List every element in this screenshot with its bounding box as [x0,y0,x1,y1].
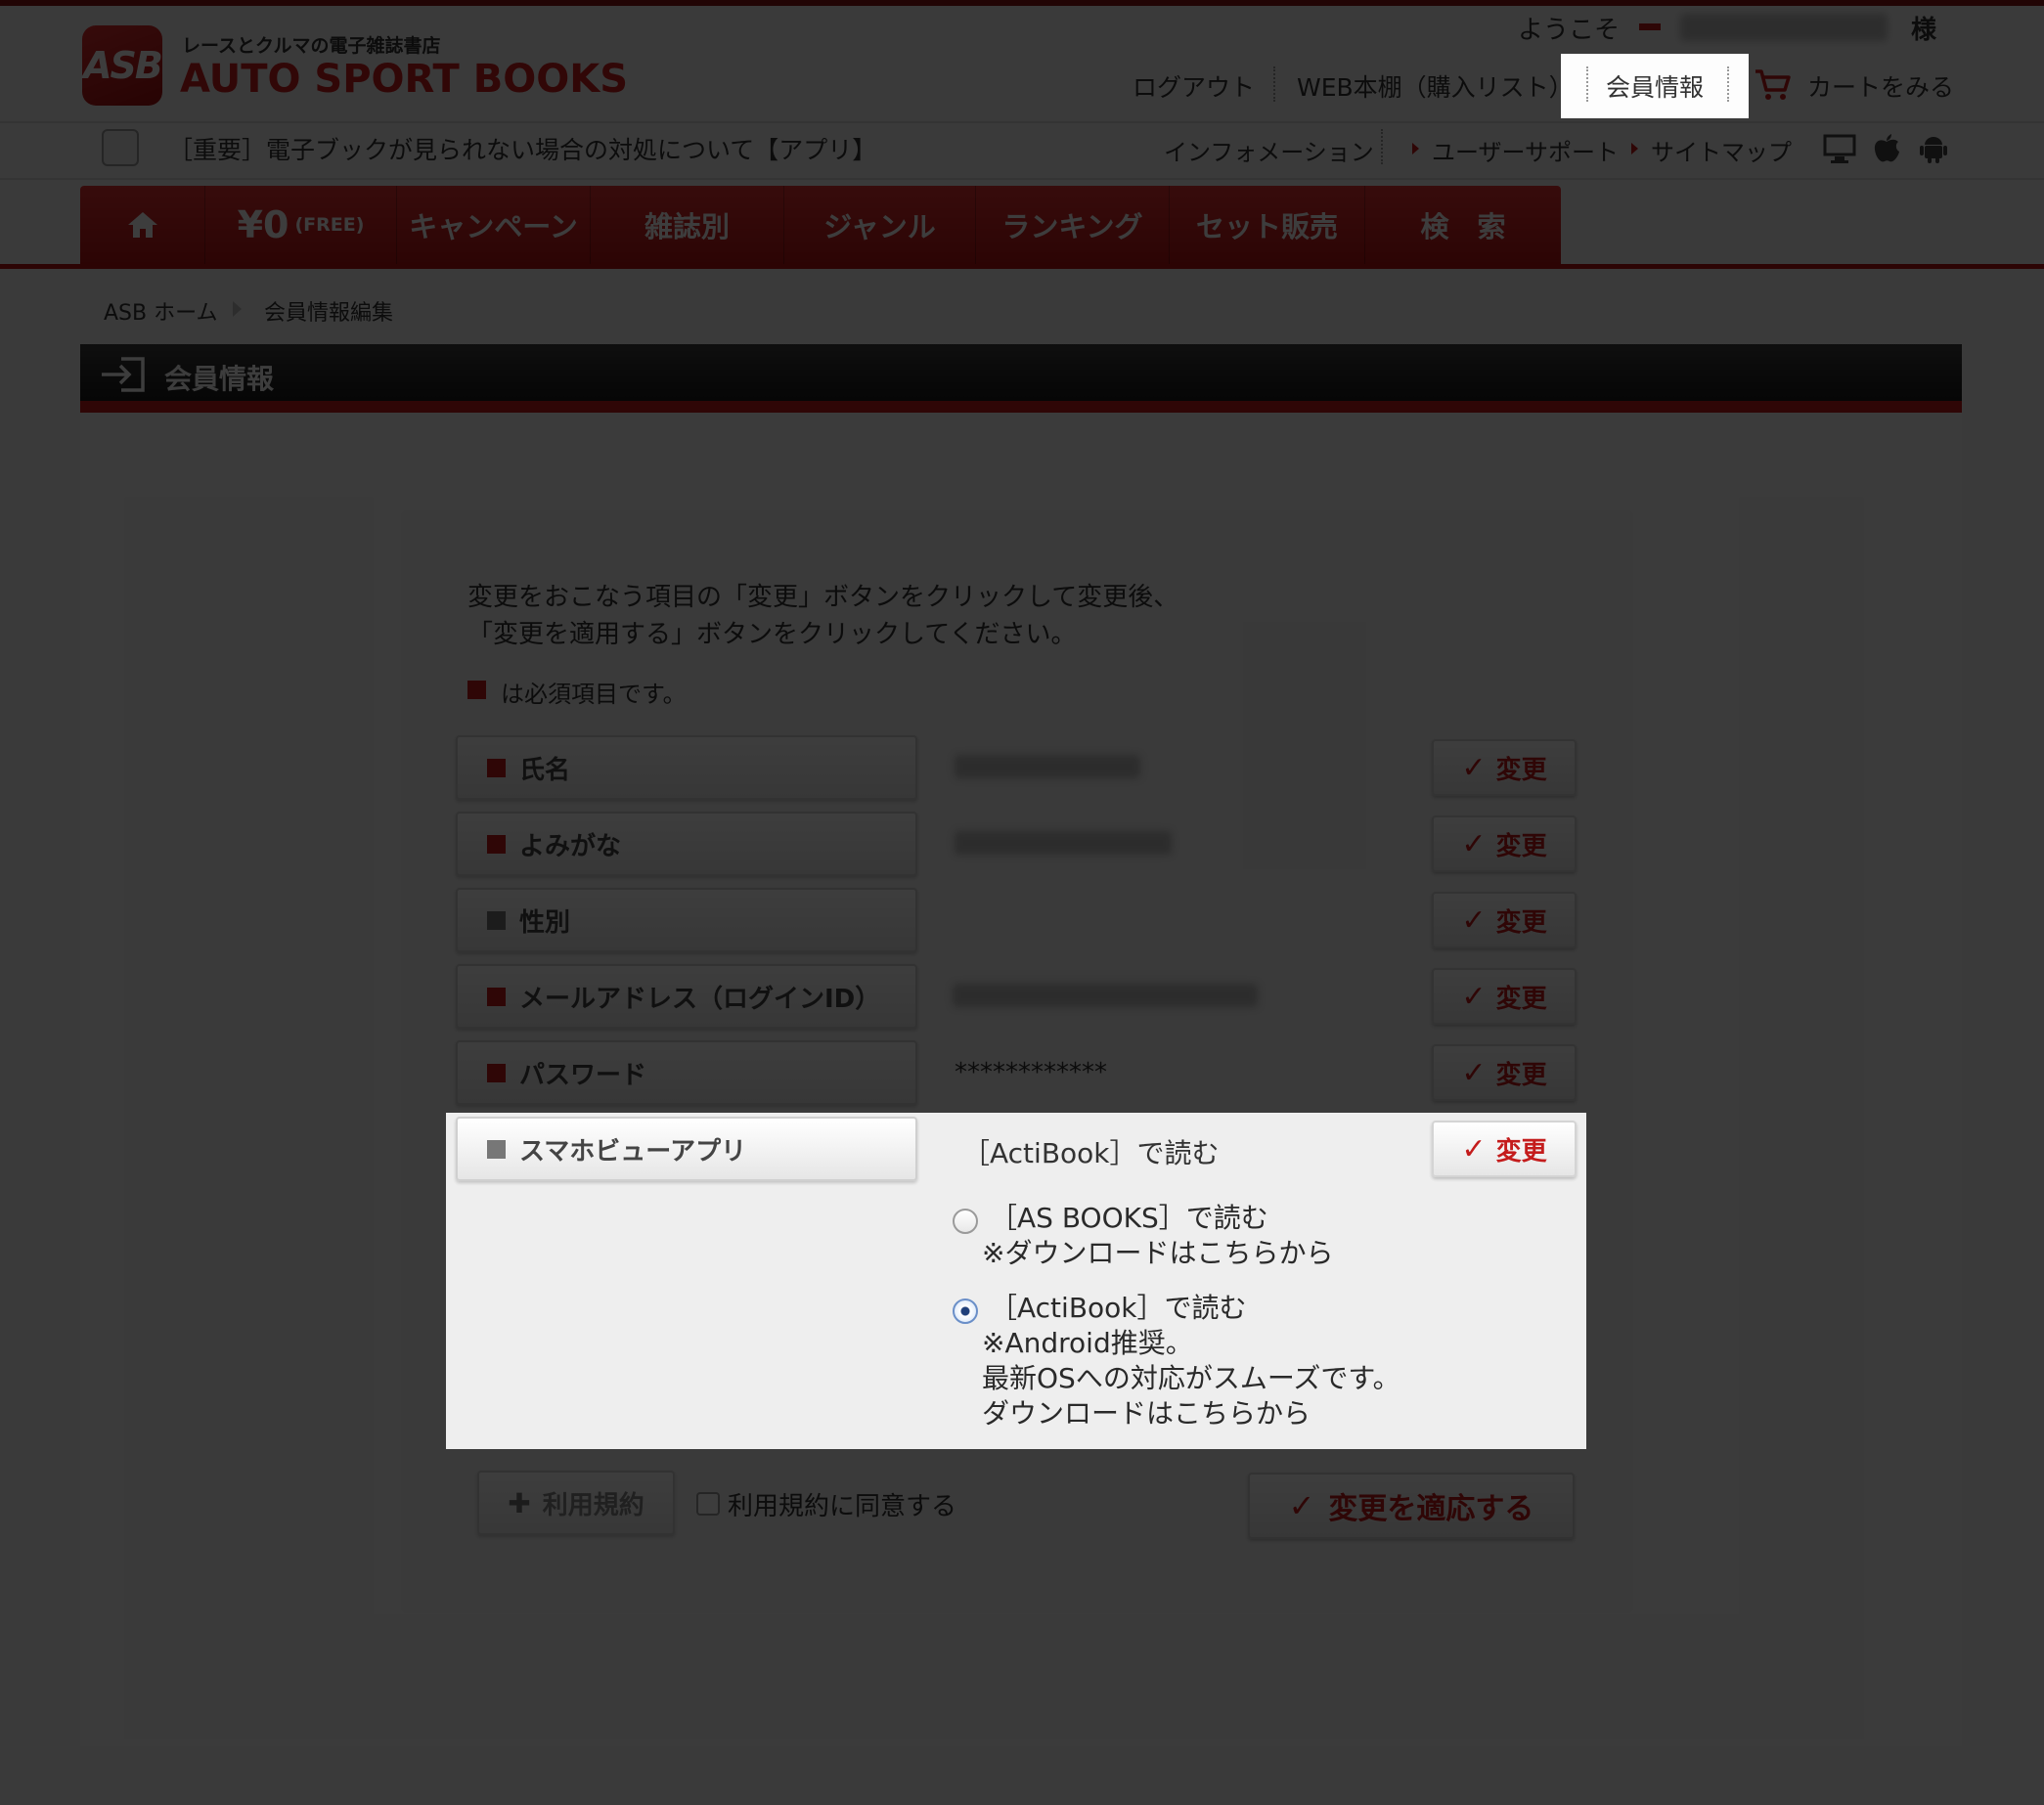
option-actibook-label[interactable]: ［ActiBook］で読む [990,1291,1247,1326]
bookshelf-link[interactable]: WEB本棚（購入リスト） [1297,68,1574,104]
android-icon[interactable] [1917,133,1950,164]
menu-genre[interactable]: ジャンル [784,186,976,264]
site-tagline: レースとクルマの電子雑誌書店 [182,35,441,57]
option-actibook-note: ※Android推奨。 最新OSへの対応がスムーズです。 [982,1327,1400,1394]
pc-icon[interactable] [1823,133,1856,164]
terms-agree-checkbox[interactable] [696,1492,720,1516]
field-label-yomigana: よみがな [456,812,917,876]
field-label-password: パスワード [456,1040,917,1105]
menu-free-label: ¥0 [237,203,289,246]
field-label-email: メールアドレス（ログインID） [456,964,917,1029]
site-name[interactable]: AUTO SPORT BOOKS [180,57,628,102]
change-name-button[interactable]: ✓ 変更 [1432,739,1577,796]
breadcrumb-arrow-icon [233,301,242,317]
field-label-smartphone-app: スマホビューアプリ [456,1117,917,1181]
breadcrumb-home[interactable]: ASB ホーム [104,295,217,327]
menu-set-sale[interactable]: セット販売 [1170,186,1365,264]
menu-campaign[interactable]: キャンペーン [397,186,591,264]
login-icon [102,357,145,392]
section-header-accent [80,401,1962,413]
field-label-gender: 性別 [456,888,917,952]
logout-link[interactable]: ログアウト [1133,68,1255,104]
name-value-redacted [955,755,1140,778]
nav-separator [1586,66,1588,102]
radio-asbooks[interactable] [953,1209,978,1234]
apply-changes-button[interactable]: ✓ 変更を適応する [1248,1473,1575,1539]
honorific-text: 様 [1911,16,1937,45]
nav-separator [1727,66,1729,102]
information-link[interactable]: インフォメーション [1164,133,1374,167]
user-support-link[interactable]: ユーザーサポート [1432,133,1619,167]
option-asbooks-download-link[interactable]: ※ダウンロードはこちらから [982,1236,1333,1271]
menu-search[interactable]: 検 索 [1365,186,1561,264]
change-smartphone-app-button[interactable]: ✓ 変更 [1432,1121,1577,1177]
form-instructions: 変更をおこなう項目の「変更」ボタンをクリックして変更後、 「変更を適用する」ボタ… [467,583,1179,649]
radio-actibook[interactable] [953,1299,978,1324]
menu-free[interactable]: ¥0 (FREE) [205,186,397,264]
change-password-button[interactable]: ✓ 変更 [1432,1044,1577,1101]
welcome-text: ようこそ [1518,16,1621,45]
subnav-separator [1381,129,1383,164]
member-info-tab[interactable]: 会員情報 [1561,54,1749,118]
smartphone-app-value: ［ActiBook］で読む [962,1137,1220,1169]
home-icon [127,212,157,238]
apple-icon[interactable] [1870,133,1903,164]
bullet-arrow-icon [1412,143,1419,154]
menu-ranking[interactable]: ランキング [976,186,1170,264]
top-accent-line [0,0,2044,6]
terms-agree-label: 利用規約に同意する [728,1492,957,1521]
yomigana-value-redacted [955,831,1172,855]
breadcrumb-current: 会員情報編集 [264,301,394,326]
member-info-link[interactable]: 会員情報 [1606,68,1704,104]
smartphone-app-editor: スマホビューアプリ ［ActiBook］で読む ✓ 変更 ［AS BOOKS］で読… [446,1113,1586,1449]
main-menu: ¥0 (FREE) キャンペーン 雑誌別 ジャンル ランキング セット販売 検 … [80,186,1561,264]
required-marker [467,681,486,699]
username-redacted [1680,14,1888,41]
sitemap-link[interactable]: サイトマップ [1651,133,1792,167]
page-title: 会員情報 [164,363,275,395]
required-note: は必須項目です。 [501,681,687,708]
menu-home[interactable] [80,186,205,264]
bullet-arrow-icon [1631,143,1638,154]
asb-logo[interactable]: ASB [82,25,163,106]
password-value: ************ [955,1058,1107,1087]
cart-icon[interactable] [1755,68,1792,102]
welcome-dash [1639,23,1661,30]
field-label-name: 氏名 [456,735,917,800]
change-gender-button[interactable]: ✓ 変更 [1432,892,1577,948]
terms-button[interactable]: ✚ 利用規約 [477,1471,675,1535]
notice-icon [102,129,139,166]
email-value-redacted [953,984,1258,1007]
cart-link[interactable]: カートをみる [1807,68,1954,104]
change-yomigana-button[interactable]: ✓ 変更 [1432,815,1577,872]
nav-separator [1273,66,1275,102]
menu-free-sub: (FREE) [294,214,365,236]
change-email-button[interactable]: ✓ 変更 [1432,968,1577,1025]
important-notice-link[interactable]: ［重要］電子ブックが見られない場合の対処について【アプリ】 [168,131,876,166]
option-asbooks-label[interactable]: ［AS BOOKS］で読む [990,1201,1268,1236]
menu-underline [0,264,2044,269]
option-actibook-download-link[interactable]: ダウンロードはこちらから [982,1396,1311,1431]
menu-magazine[interactable]: 雑誌別 [591,186,784,264]
section-header [80,344,1962,401]
